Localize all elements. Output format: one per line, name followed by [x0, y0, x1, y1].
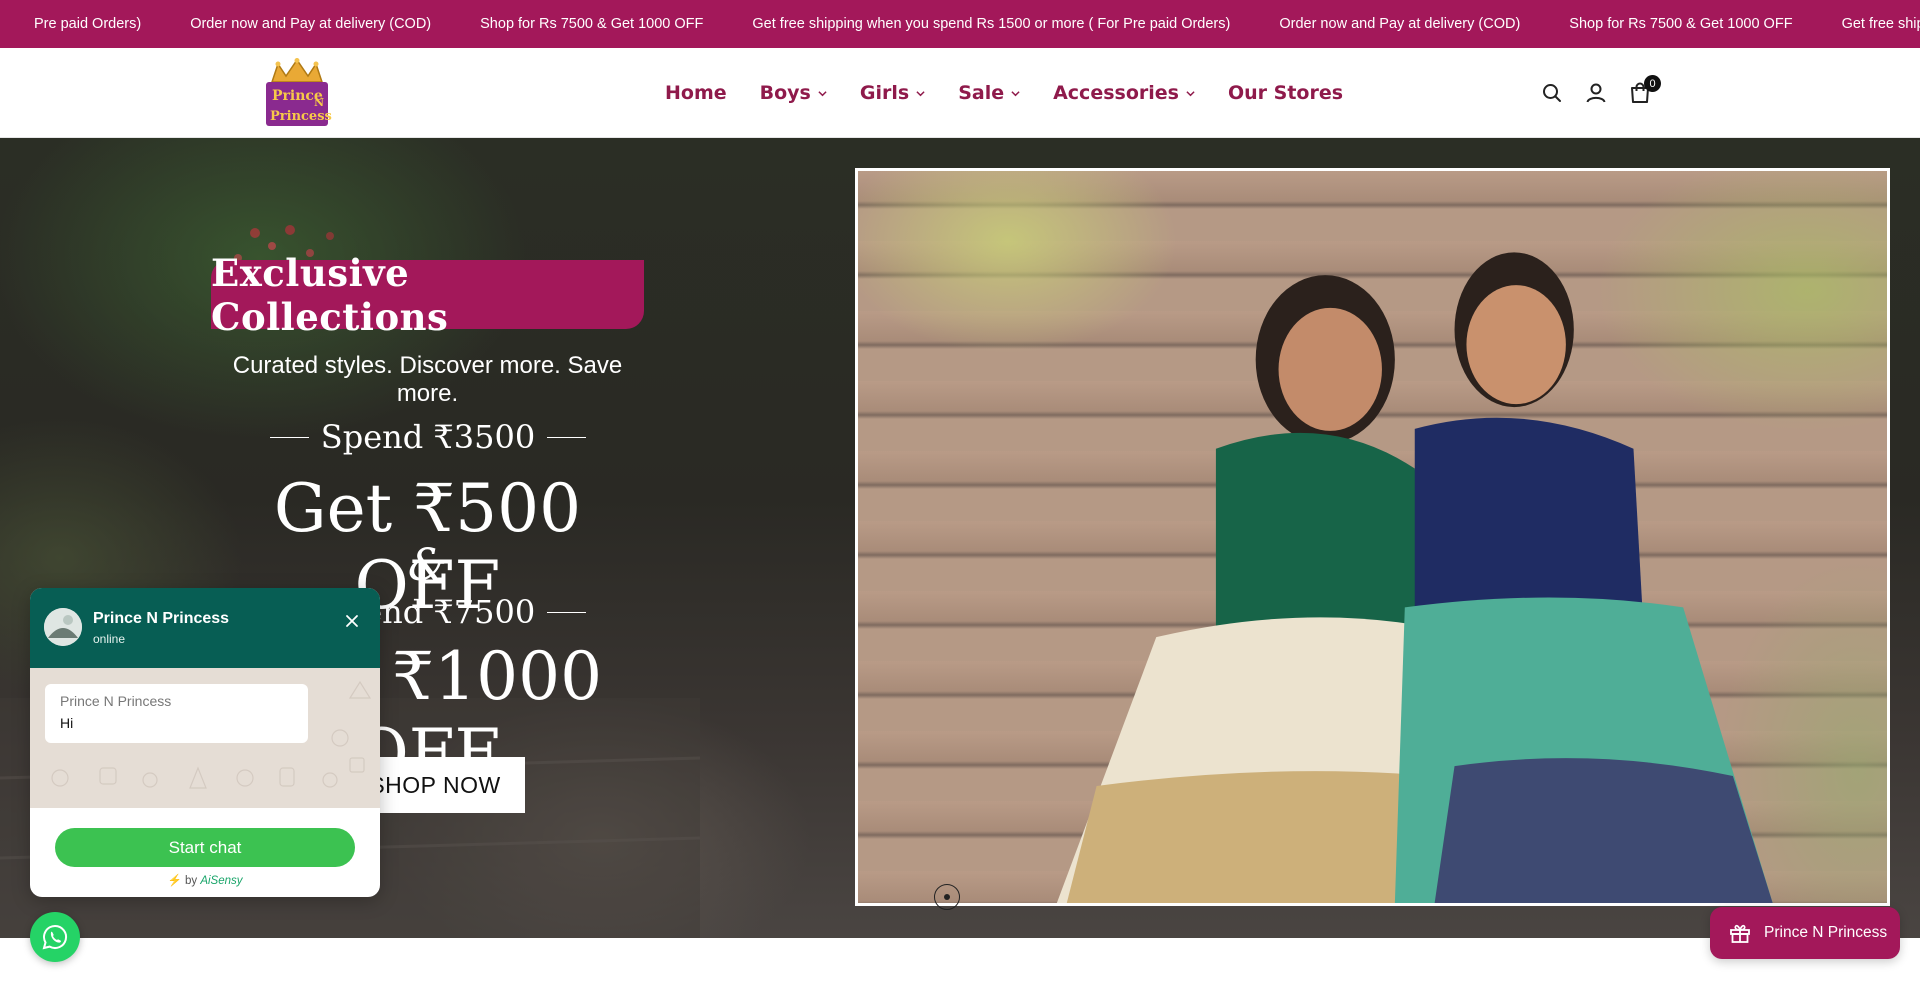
search-icon[interactable] — [1540, 81, 1564, 105]
cart-icon[interactable]: 0 — [1628, 75, 1661, 105]
bubble-sender: Prince N Princess — [60, 693, 172, 709]
chat-avatar — [44, 608, 82, 646]
chevron-down-icon — [916, 90, 925, 96]
account-icon[interactable] — [1584, 81, 1608, 105]
bubble-message: Hi — [60, 715, 74, 731]
divider — [270, 436, 309, 438]
site-header: Prince N Princess Home Boys Girls Sale A… — [0, 48, 1920, 138]
nav-home-label: Home — [665, 82, 727, 104]
spend-tier-1: Spend ₹3500 — [258, 418, 598, 456]
header-icons: 0 — [1540, 48, 1672, 138]
divider — [547, 611, 586, 613]
powered-brand[interactable]: AiSensy — [200, 875, 242, 887]
main-nav: Home Boys Girls Sale Accessories Our Sto… — [665, 48, 1376, 138]
announcement-bar: Pre paid Orders) Order now and Pay at de… — [0, 0, 1920, 48]
crown-logo-icon: Prince N Princess — [266, 58, 332, 126]
whatsapp-icon — [42, 924, 67, 950]
powered-by: ⚡ by AiSensy — [30, 873, 380, 887]
nav-our-stores[interactable]: Our Stores — [1228, 82, 1343, 104]
divider — [547, 436, 586, 438]
nav-sale[interactable]: Sale — [958, 82, 1020, 104]
nav-accessories-label: Accessories — [1053, 82, 1179, 104]
whatsapp-button[interactable] — [30, 912, 80, 962]
svg-text:N: N — [314, 96, 324, 109]
svg-text:Princess: Princess — [270, 109, 332, 124]
gift-icon — [1730, 924, 1750, 943]
nav-sale-label: Sale — [958, 82, 1005, 104]
announcement-item: Pre paid Orders) — [34, 16, 142, 32]
rewards-launcher[interactable]: Prince N Princess — [1710, 907, 1900, 959]
nav-girls-label: Girls — [859, 82, 910, 104]
announcement-item: Get free shipping wl — [1841, 16, 1920, 32]
close-icon[interactable] — [341, 610, 363, 632]
chevron-down-icon — [1186, 90, 1195, 96]
powered-prefix: ⚡ by — [167, 875, 201, 887]
avatar-image-icon — [44, 608, 82, 646]
nav-girls[interactable]: Girls — [860, 82, 925, 104]
site-logo[interactable]: Prince N Princess — [258, 58, 336, 128]
chevron-down-icon — [1011, 90, 1020, 96]
announcement-item: Get free shipping when you spend Rs 1500… — [752, 16, 1231, 32]
hero-photo — [855, 168, 1890, 906]
slide-dot-active — [944, 894, 950, 900]
cart-count-badge: 0 — [1644, 75, 1661, 92]
announcement-item: Shop for Rs 7500 & Get 1000 OFF — [480, 16, 704, 32]
chat-status: online — [93, 632, 126, 646]
nav-boys-label: Boys — [759, 82, 811, 104]
nav-accessories[interactable]: Accessories — [1053, 82, 1195, 104]
ampersand: & — [407, 540, 448, 591]
announcement-track: Pre paid Orders) Order now and Pay at de… — [34, 0, 1920, 48]
announcement-item: Order now and Pay at delivery (COD) — [190, 16, 432, 32]
announcement-item: Shop for Rs 7500 & Get 1000 OFF — [1569, 16, 1793, 32]
start-chat-button[interactable]: Start chat — [55, 828, 355, 867]
slide-indicator[interactable] — [934, 884, 960, 910]
announcement-item: Order now and Pay at delivery (COD) — [1279, 16, 1521, 32]
exclusive-collections-badge: Exclusive Collections — [211, 251, 644, 339]
nav-our-stores-label: Our Stores — [1227, 82, 1344, 104]
hero-subhead: Curated styles. Discover more. Save more… — [232, 352, 623, 407]
chevron-down-icon — [818, 90, 827, 96]
spend-tier-1-label: Spend ₹3500 — [320, 418, 536, 456]
nav-home[interactable]: Home — [665, 82, 727, 104]
girls-on-steps-image — [1056, 252, 1773, 903]
rewards-label: Prince N Princess — [1764, 924, 1888, 941]
chat-body: Prince N Princess Hi — [30, 668, 380, 808]
chat-widget: Prince N Princess online Prince N Prince… — [30, 588, 380, 897]
chat-message-bubble: Prince N Princess Hi — [45, 684, 308, 743]
nav-boys[interactable]: Boys — [760, 82, 827, 104]
chat-header: Prince N Princess online — [30, 588, 380, 668]
chat-name: Prince N Princess — [93, 610, 230, 627]
